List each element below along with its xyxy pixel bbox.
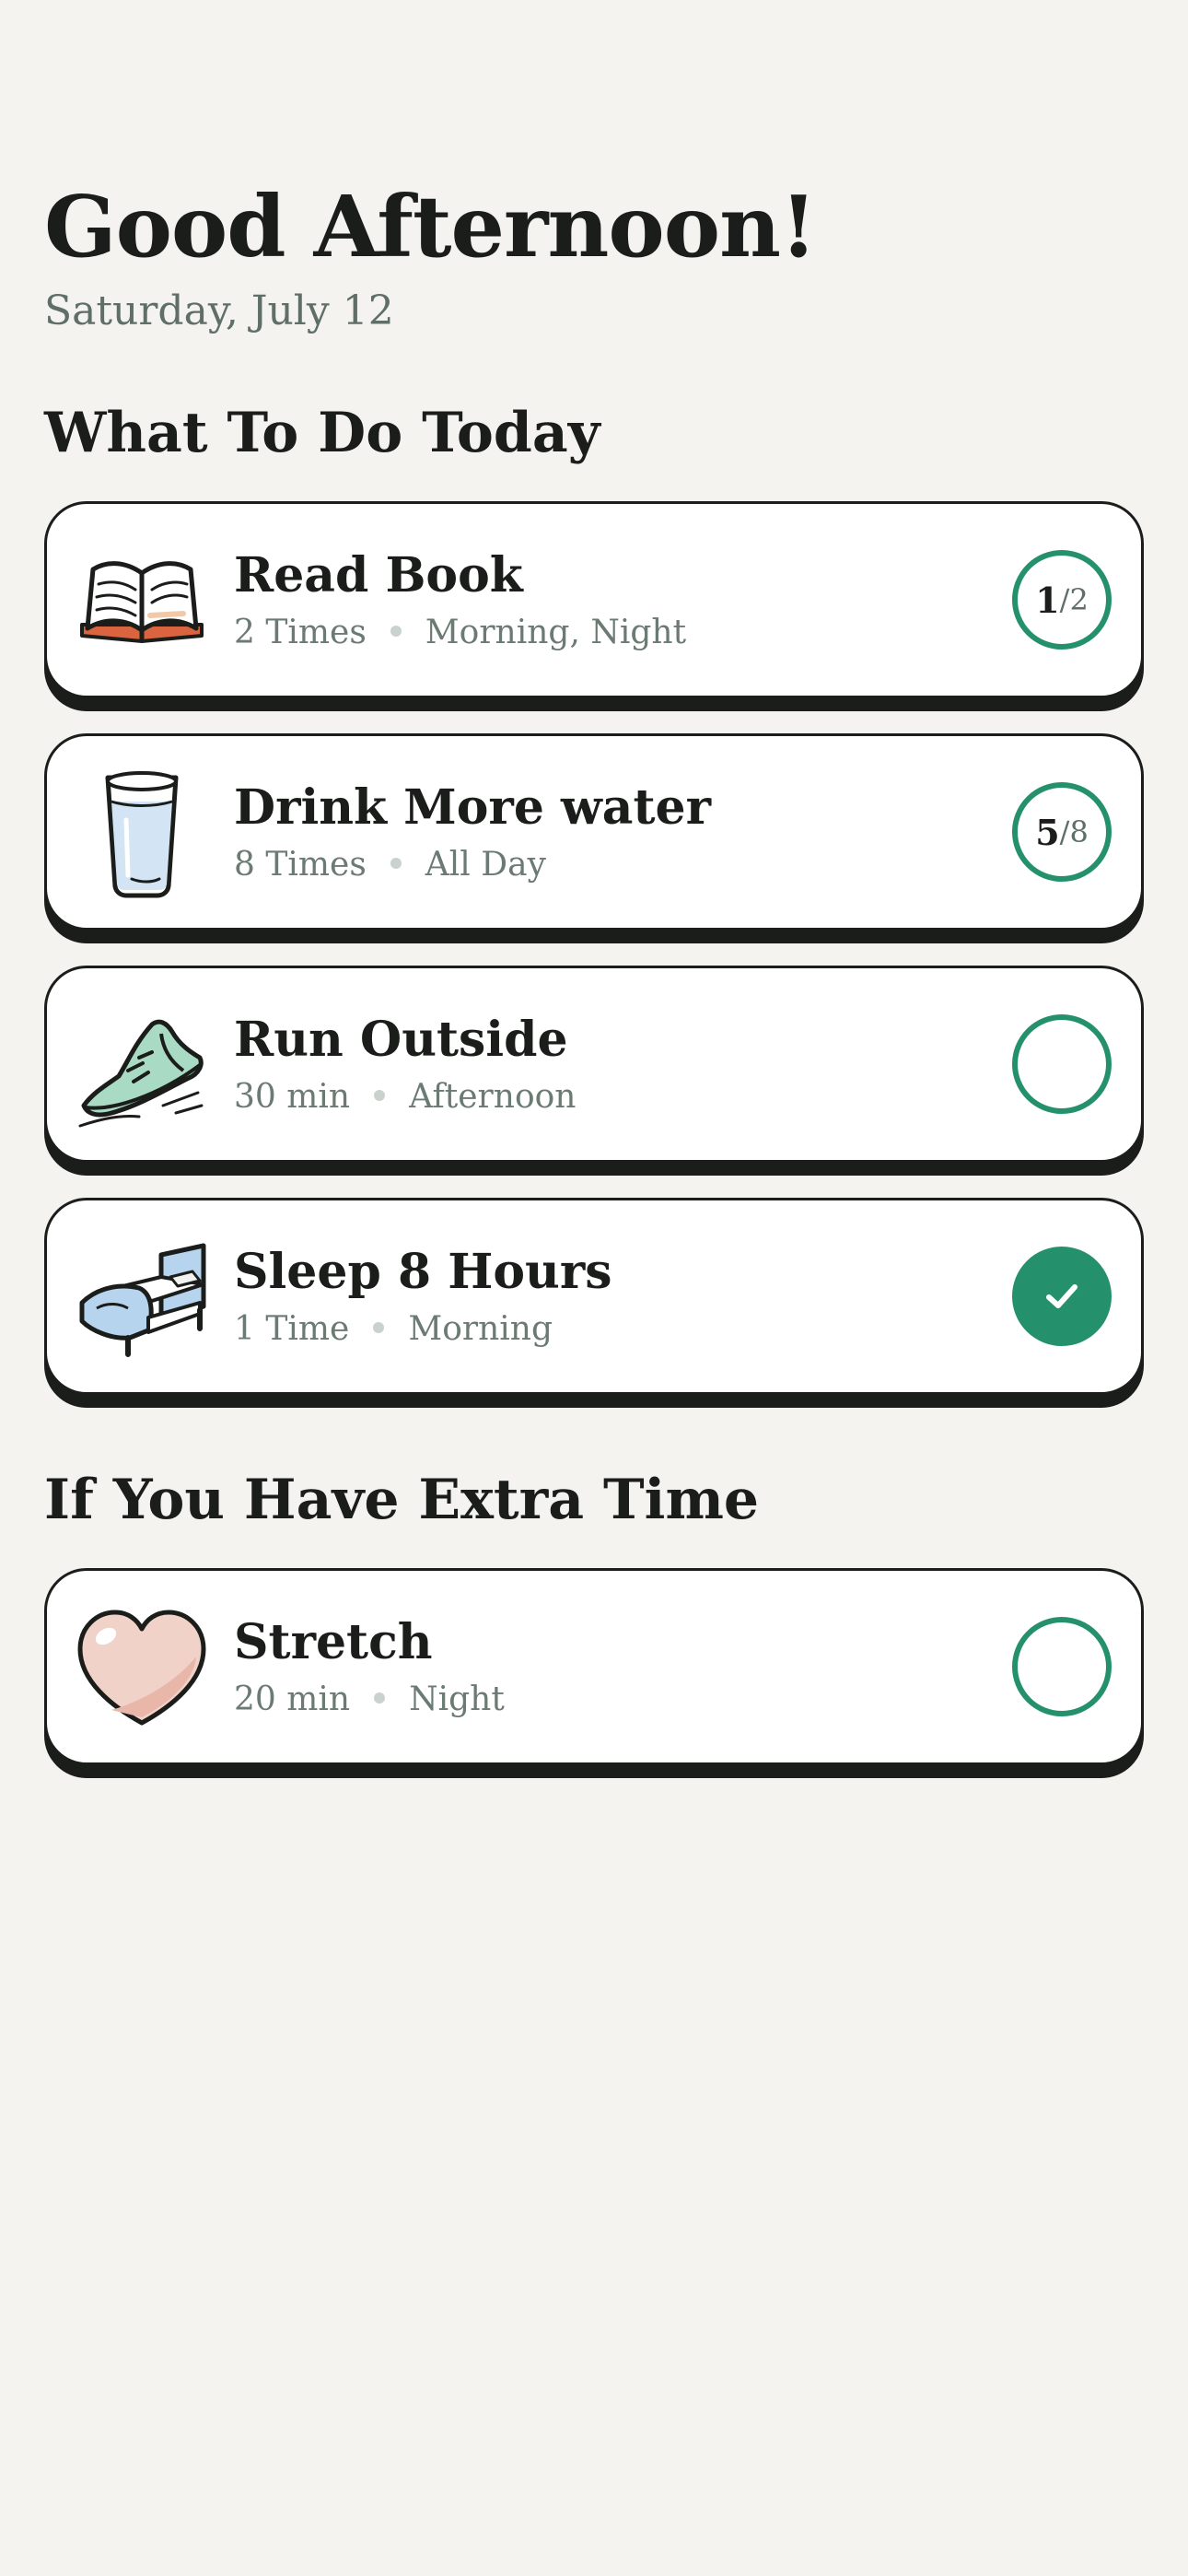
habit-text: Run Outside 30 min Afternoon: [234, 1016, 576, 1114]
habit-meta: 2 Times Morning, Night: [234, 616, 686, 650]
habit-title: Run Outside: [234, 1012, 568, 1068]
separator-dot: [390, 858, 402, 869]
habit-meta: 8 Times All Day: [234, 849, 711, 882]
checkmark-icon: [1041, 1275, 1083, 1317]
habit-title: Drink More water: [234, 779, 711, 836]
habit-time: Afternoon: [409, 1078, 577, 1116]
habit-text: Sleep 8 Hours 1 Time Morning: [234, 1248, 612, 1346]
progress-button[interactable]: [1012, 1014, 1112, 1114]
habit-meta: 1 Time Morning: [234, 1313, 612, 1346]
habit-time: Morning, Night: [425, 614, 687, 651]
habit-card-run-outside[interactable]: Run Outside 30 min Afternoon: [44, 966, 1144, 1163]
section-title-today: What To Do Today: [44, 401, 600, 465]
habit-title: Stretch: [234, 1614, 433, 1670]
today-habit-list: Read Book 2 Times Morning, Night 1/2 Dri…: [44, 501, 1144, 1395]
habit-frequency: 2 Times: [234, 614, 367, 651]
progress-button[interactable]: [1012, 1617, 1112, 1716]
progress-button[interactable]: 5/8: [1012, 782, 1112, 882]
separator-dot: [373, 1322, 385, 1333]
extra-habit-list: Stretch 20 min Night: [44, 1568, 1144, 1765]
habit-frequency: 1 Time: [234, 1310, 350, 1348]
habit-card-read-book[interactable]: Read Book 2 Times Morning, Night 1/2: [44, 501, 1144, 698]
habit-meta: 20 min Night: [234, 1683, 505, 1716]
separator-dot: [390, 626, 402, 637]
habit-title: Sleep 8 Hours: [234, 1244, 612, 1300]
habit-text: Read Book 2 Times Morning, Night: [234, 552, 686, 650]
current-date: Saturday, July 12: [44, 287, 394, 334]
progress-done: 5: [1035, 811, 1060, 853]
habit-time: Night: [409, 1680, 505, 1718]
completed-button[interactable]: [1012, 1247, 1112, 1346]
open-book-icon: [75, 533, 209, 667]
habit-frequency: 30 min: [234, 1078, 351, 1116]
habit-card-sleep[interactable]: Sleep 8 Hours 1 Time Morning: [44, 1198, 1144, 1395]
habit-card-drink-water[interactable]: Drink More water 8 Times All Day 5/8: [44, 733, 1144, 931]
progress-done: 1: [1035, 579, 1060, 621]
habit-meta: 30 min Afternoon: [234, 1081, 576, 1114]
habit-text: Stretch 20 min Night: [234, 1619, 505, 1716]
habit-card-stretch[interactable]: Stretch 20 min Night: [44, 1568, 1144, 1765]
water-glass-icon: [75, 765, 209, 899]
habit-text: Drink More water 8 Times All Day: [234, 784, 711, 882]
section-title-extra: If You Have Extra Time: [44, 1468, 760, 1532]
heart-icon: [75, 1599, 209, 1734]
separator-dot: [374, 1692, 386, 1704]
habit-frequency: 8 Times: [234, 846, 367, 884]
habit-frequency: 20 min: [234, 1680, 351, 1718]
bed-icon: [75, 1229, 209, 1364]
habit-time: Morning: [408, 1310, 553, 1348]
progress-button[interactable]: 1/2: [1012, 550, 1112, 650]
habit-time: All Day: [425, 846, 546, 884]
separator-dot: [374, 1090, 386, 1101]
progress-total: /2: [1059, 582, 1089, 617]
running-shoe-icon: [75, 997, 209, 1131]
greeting-title: Good Afternoon!: [44, 177, 817, 276]
home-screen: Good Afternoon! Saturday, July 12 What T…: [44, 184, 1144, 1800]
habit-title: Read Book: [234, 547, 523, 603]
progress-total: /8: [1059, 814, 1089, 849]
